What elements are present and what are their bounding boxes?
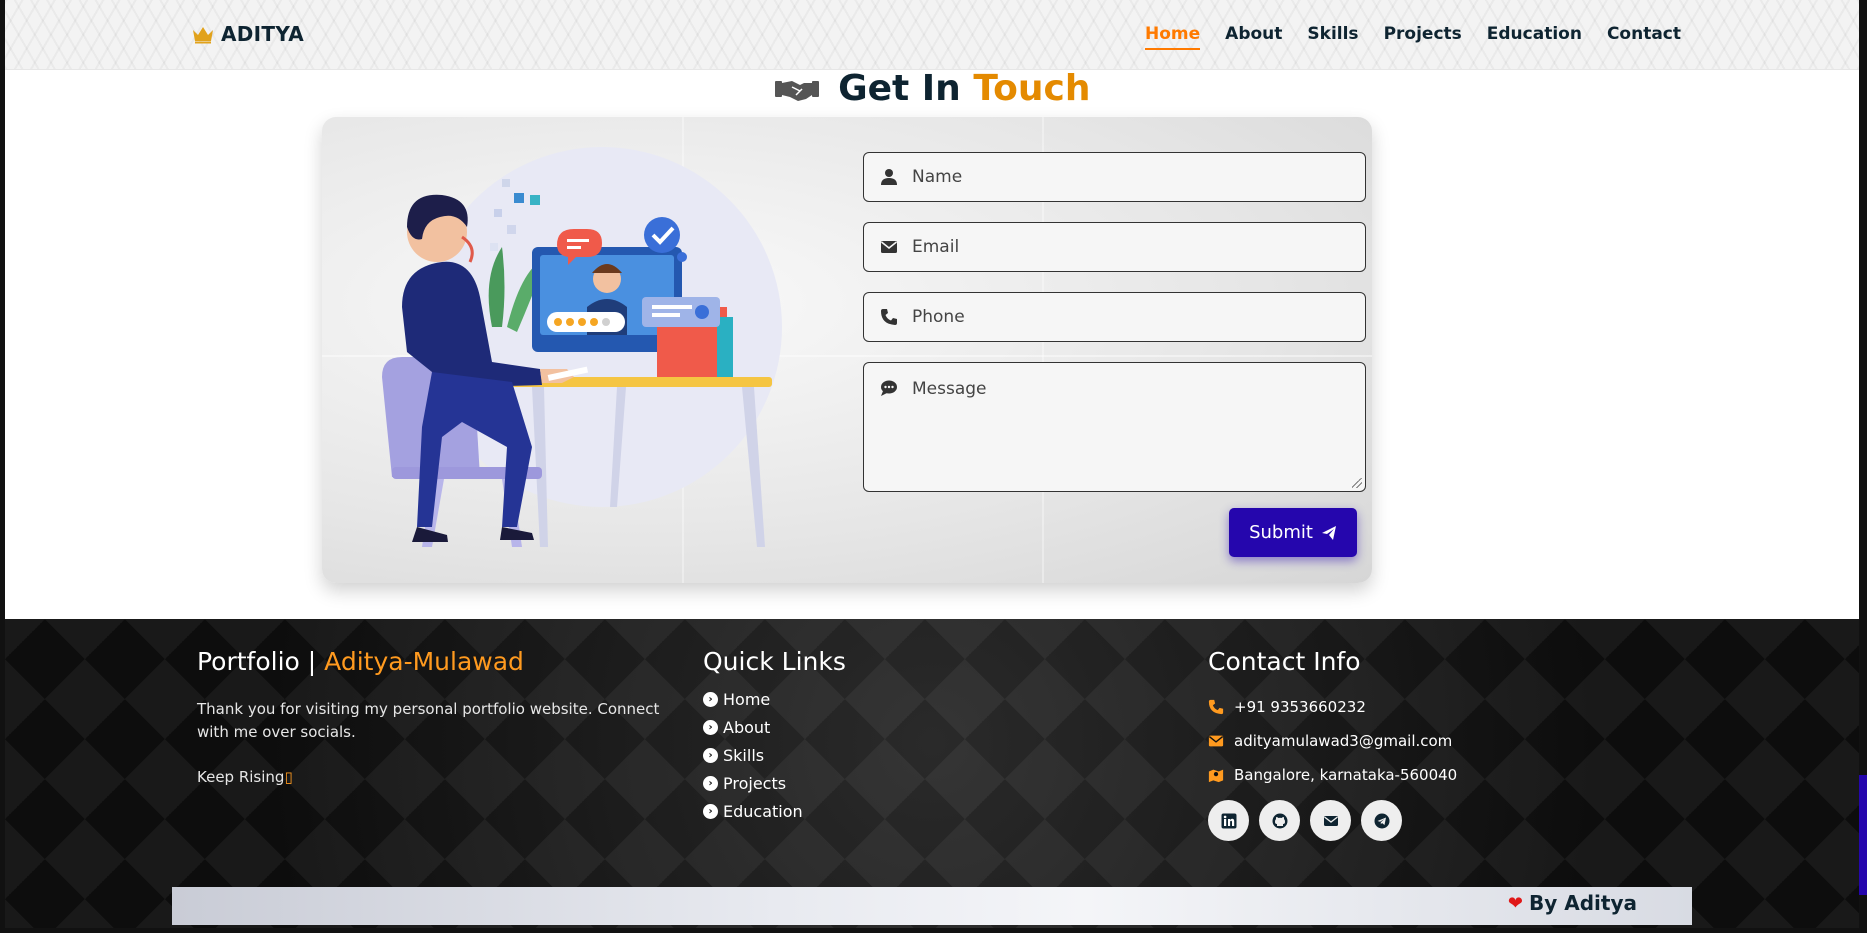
name-placeholder: Name bbox=[912, 167, 963, 187]
footer-title-accent: Aditya-Mulawad bbox=[324, 647, 524, 676]
quick-link-label: About bbox=[723, 718, 771, 737]
chevron-right-icon: › bbox=[703, 804, 718, 819]
email-button[interactable] bbox=[1310, 800, 1351, 841]
quick-link-label: Home bbox=[723, 690, 771, 709]
phone-icon bbox=[881, 309, 897, 325]
message-placeholder: Message bbox=[912, 379, 987, 399]
rocket-icon: ▯ bbox=[284, 768, 293, 786]
handshake-icon bbox=[774, 81, 819, 101]
navbar: ADITYA Home About Skills Projects Educat… bbox=[5, 0, 1859, 70]
name-field[interactable]: Name bbox=[863, 152, 1366, 202]
contact-form: Name Email Phone Message bbox=[863, 152, 1366, 512]
social-links bbox=[1208, 800, 1457, 841]
footer-quick-links: Quick Links › Home › About › Skills › Projec… bbox=[703, 647, 846, 830]
mail-icon bbox=[1323, 815, 1338, 826]
contact-phone[interactable]: +91 9353660232 bbox=[1208, 698, 1457, 716]
nav-link-contact[interactable]: Contact bbox=[1607, 24, 1681, 50]
quick-link-label: Education bbox=[723, 802, 803, 821]
envelope-icon bbox=[1208, 735, 1224, 747]
phone-field[interactable]: Phone bbox=[863, 292, 1366, 342]
nav-link-skills[interactable]: Skills bbox=[1307, 24, 1358, 50]
footer-title-prefix: Portfolio | bbox=[197, 647, 317, 676]
contact-address-text: Bangalore, karnataka-560040 bbox=[1234, 766, 1458, 784]
contact-phone-text: +91 9353660232 bbox=[1234, 698, 1366, 716]
contact-illustration bbox=[382, 147, 782, 547]
quick-link-label: Skills bbox=[723, 746, 765, 765]
contact-email-text: adityamulawad3@gmail.com bbox=[1234, 732, 1453, 750]
github-icon bbox=[1272, 813, 1287, 828]
chevron-right-icon: › bbox=[703, 720, 718, 735]
credit-text: By Aditya bbox=[1529, 891, 1637, 915]
telegram-icon bbox=[1374, 813, 1389, 828]
email-field[interactable]: Email bbox=[863, 222, 1366, 272]
nav-link-home[interactable]: Home bbox=[1145, 24, 1201, 50]
chevron-right-icon: › bbox=[703, 692, 718, 707]
heart-icon: ❤ bbox=[1507, 892, 1523, 914]
linkedin-icon bbox=[1221, 813, 1236, 828]
linkedin-button[interactable] bbox=[1208, 800, 1249, 841]
footer-about: Portfolio | Aditya-Mulawad Thank you for… bbox=[197, 647, 667, 811]
footer-about-text: Thank you for visiting my personal portf… bbox=[197, 700, 660, 741]
heading-part2: Touch bbox=[973, 68, 1091, 109]
footer: Portfolio | Aditya-Mulawad Thank you for… bbox=[5, 619, 1859, 928]
quick-link-label: Projects bbox=[723, 774, 787, 793]
resize-handle[interactable] bbox=[1352, 478, 1362, 488]
email-placeholder: Email bbox=[912, 237, 960, 257]
chevron-right-icon: › bbox=[703, 776, 718, 791]
contact-info-title: Contact Info bbox=[1208, 647, 1361, 676]
quick-link-education[interactable]: › Education bbox=[703, 802, 846, 821]
brand[interactable]: ADITYA bbox=[191, 22, 304, 46]
footer-tagline: Keep Rising▯ bbox=[197, 766, 667, 789]
envelope-icon bbox=[881, 241, 897, 253]
credit: ❤ By Aditya bbox=[1508, 891, 1637, 915]
heading-part1: Get In bbox=[838, 68, 961, 109]
phone-icon bbox=[1208, 699, 1224, 715]
quick-link-projects[interactable]: › Projects bbox=[703, 774, 846, 793]
footer-about-title: Portfolio | Aditya-Mulawad bbox=[197, 647, 667, 676]
contact-email[interactable]: adityamulawad3@gmail.com bbox=[1208, 732, 1457, 750]
telegram-button[interactable] bbox=[1361, 800, 1402, 841]
nav-link-about[interactable]: About bbox=[1225, 24, 1282, 50]
paper-plane-icon bbox=[1321, 525, 1336, 540]
nav-link-education[interactable]: Education bbox=[1487, 24, 1582, 50]
quick-link-about[interactable]: › About bbox=[703, 718, 846, 737]
tagline-text: Keep Rising bbox=[197, 768, 285, 786]
quick-links-title: Quick Links bbox=[703, 647, 846, 676]
footer-contact-info: Contact Info +91 9353660232 adityamulawa… bbox=[1208, 647, 1457, 841]
nav-links: Home About Skills Projects Education Con… bbox=[1145, 24, 1681, 50]
scroll-to-top-edge[interactable] bbox=[1859, 775, 1867, 895]
quick-link-skills[interactable]: › Skills bbox=[703, 746, 846, 765]
quick-link-home[interactable]: › Home bbox=[703, 690, 846, 709]
chevron-right-icon: › bbox=[703, 748, 718, 763]
brand-name: ADITYA bbox=[221, 22, 305, 46]
credit-bar bbox=[172, 887, 1692, 925]
comment-dots-icon bbox=[881, 380, 897, 396]
contact-card: Name Email Phone Message bbox=[322, 117, 1372, 583]
crown-icon bbox=[193, 27, 213, 44]
section-heading: Get In Touch bbox=[5, 68, 1859, 109]
message-field[interactable]: Message bbox=[863, 362, 1366, 492]
map-marker-icon bbox=[1208, 769, 1224, 783]
user-icon bbox=[881, 169, 897, 185]
phone-placeholder: Phone bbox=[912, 307, 965, 327]
contact-address: Bangalore, karnataka-560040 bbox=[1208, 766, 1457, 784]
submit-button[interactable]: Submit bbox=[1229, 508, 1357, 557]
submit-label: Submit bbox=[1249, 522, 1313, 543]
nav-link-projects[interactable]: Projects bbox=[1384, 24, 1462, 50]
github-button[interactable] bbox=[1259, 800, 1300, 841]
